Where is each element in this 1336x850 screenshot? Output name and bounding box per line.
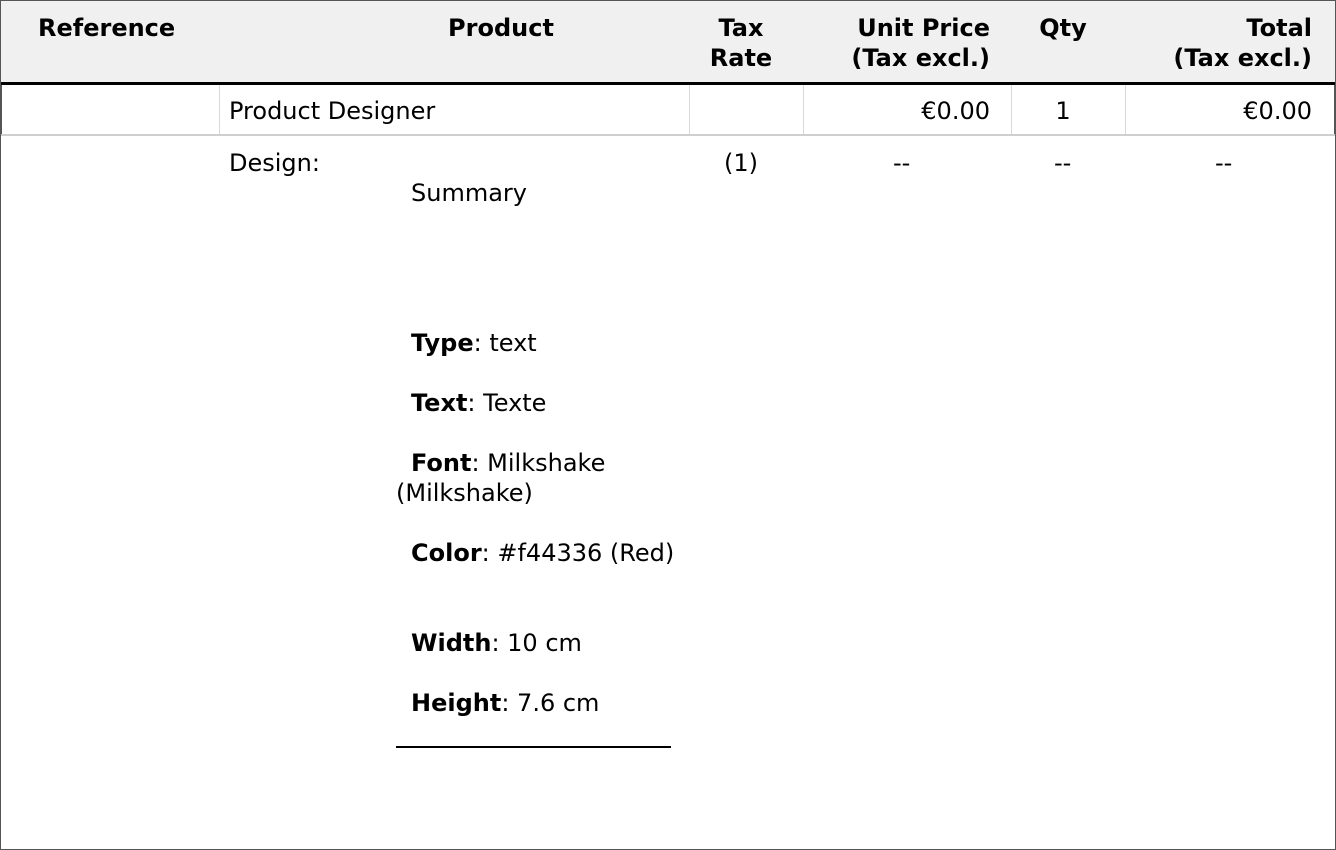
design-unit-price: -- xyxy=(893,149,911,177)
summary-underline xyxy=(396,746,671,748)
header-total-line2: (Tax excl.) xyxy=(1173,44,1312,72)
header-total: Total (Tax excl.) xyxy=(1121,13,1312,73)
header-tax-rate: Tax Rate xyxy=(691,13,791,73)
header-unit-price-line1: Unit Price xyxy=(857,14,990,42)
header-reference: Reference xyxy=(38,14,176,42)
header-total-line1: Total xyxy=(1246,14,1312,42)
row-total: €0.00 xyxy=(1243,97,1312,125)
header-unit-price: Unit Price (Tax excl.) xyxy=(801,13,990,73)
row-divider xyxy=(1,134,1335,136)
design-summary-title: Summary xyxy=(411,179,527,207)
header-unit-price-line2: (Tax excl.) xyxy=(851,44,990,72)
attribute-key: Width xyxy=(411,629,492,657)
header-product: Product xyxy=(448,14,554,42)
design-tax-rate: (1) xyxy=(724,149,758,177)
design-label: Design: xyxy=(229,149,320,177)
design-total: -- xyxy=(1215,149,1233,177)
attribute-value: : Texte xyxy=(467,389,547,417)
table-row: Product Designer €0.00 1 €0.00 xyxy=(1,85,1335,135)
attribute-value: : text xyxy=(473,329,537,357)
attribute-value: : 7.6 cm xyxy=(501,689,600,717)
design-attribute-text: Text: Texte xyxy=(396,388,686,418)
attribute-value: : 10 cm xyxy=(491,629,582,657)
header-qty: Qty xyxy=(1039,14,1087,42)
table-header: Reference Product Tax Rate Unit Price (T… xyxy=(1,1,1335,85)
attribute-key: Type xyxy=(411,329,474,357)
design-attribute-font: Font: Milkshake (Milkshake) xyxy=(396,448,686,508)
row-unit-price: €0.00 xyxy=(921,97,990,125)
row-product-name: Product Designer xyxy=(229,97,436,125)
design-attribute-width: Width: 10 cm xyxy=(396,628,686,658)
header-tax-rate-line2: Rate xyxy=(709,44,773,72)
attribute-key: Color xyxy=(411,539,482,567)
attribute-key: Text xyxy=(411,389,468,417)
header-tax-rate-line1: Tax xyxy=(718,14,764,42)
attribute-key: Font xyxy=(411,449,472,477)
row-qty: 1 xyxy=(1055,97,1071,125)
design-qty: -- xyxy=(1054,149,1072,177)
design-attribute-height: Height: 7.6 cm xyxy=(396,688,686,718)
design-attribute-color: Color: #f44336 (Red) xyxy=(396,538,686,568)
attribute-key: Height xyxy=(411,689,502,717)
attribute-value: : #f44336 (Red) xyxy=(481,539,675,567)
design-attribute-type: Type: text xyxy=(396,328,686,358)
invoice-product-table: Reference Product Tax Rate Unit Price (T… xyxy=(0,0,1336,850)
